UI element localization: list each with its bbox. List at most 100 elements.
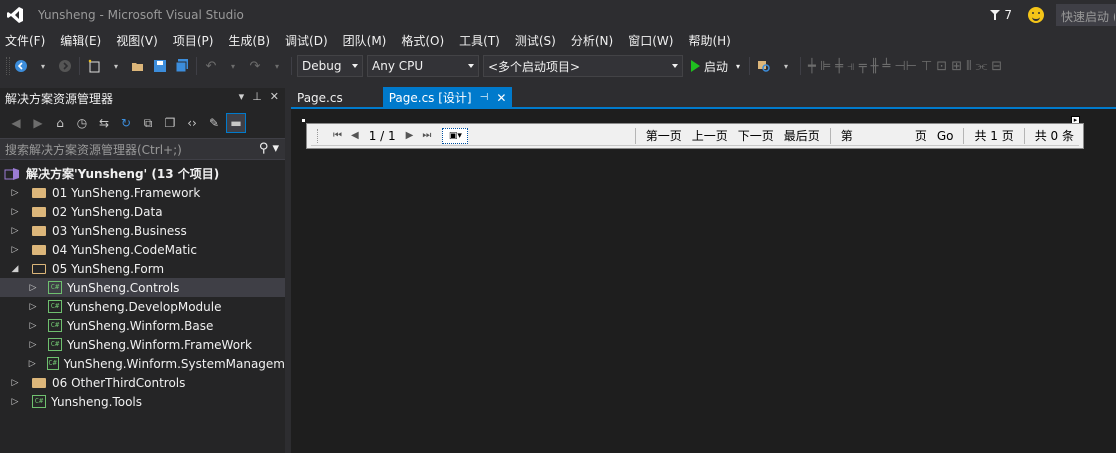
expand-arrow-icon[interactable]: ▷ xyxy=(28,340,38,350)
expand-arrow-icon[interactable]: ▷ xyxy=(10,245,20,255)
expand-arrow-icon[interactable]: ▷ xyxy=(10,226,20,236)
align-middles-icon[interactable]: ╫ xyxy=(871,59,879,74)
align-rights-icon[interactable]: ⫣ xyxy=(847,59,855,74)
expand-arrow-icon[interactable]: ▷ xyxy=(28,302,38,312)
navigate-forward-icon[interactable] xyxy=(55,55,75,77)
refresh-icon[interactable]: ↻ xyxy=(116,113,136,133)
tree-item[interactable]: ▷ C# YunSheng.Winform.Base xyxy=(0,316,285,335)
expand-arrow-icon[interactable]: ▷ xyxy=(10,378,20,388)
tree-item[interactable]: ▷ 02 YunSheng.Data xyxy=(0,202,285,221)
make-same-height-icon[interactable]: ⊤ xyxy=(921,59,932,74)
menu-help[interactable]: 帮助(H) xyxy=(683,32,740,49)
solution-search-input[interactable]: 搜索解决方案资源管理器(Ctrl+;) ⚲ ▾ xyxy=(0,138,285,160)
startup-project-select[interactable]: <多个启动项目> xyxy=(483,55,683,77)
collapse-arrow-icon[interactable]: ◢ xyxy=(10,264,20,274)
tree-item[interactable]: ◢ 05 YunSheng.Form xyxy=(0,259,285,278)
collapse-all-icon[interactable]: ⧉ xyxy=(138,113,158,133)
expand-arrow-icon[interactable]: ▷ xyxy=(10,188,20,198)
horizontal-spacing-icon[interactable]: ⫴ xyxy=(966,59,971,74)
expand-arrow-icon[interactable]: ▷ xyxy=(10,207,20,217)
dropdown-arrow-icon[interactable]: ▾ xyxy=(267,55,287,77)
expand-arrow-icon[interactable]: ▷ xyxy=(10,397,20,407)
platform-select[interactable]: Any CPU xyxy=(367,55,479,77)
tree-item[interactable]: ▷ 06 OtherThirdControls xyxy=(0,373,285,392)
properties-wrench-icon[interactable]: ✎ xyxy=(204,113,224,133)
find-in-files-icon[interactable] xyxy=(754,55,774,77)
menu-view[interactable]: 视图(V) xyxy=(111,32,168,49)
expand-arrow-icon[interactable]: ▷ xyxy=(28,359,37,369)
align-to-grid-icon[interactable]: ┿ xyxy=(808,59,816,74)
center-horizontally-icon[interactable]: ⊟ xyxy=(991,59,1002,74)
auto-hide-pin-icon[interactable]: ⊥ xyxy=(252,90,262,103)
dropdown-arrow-icon[interactable]: ▾ xyxy=(223,55,243,77)
sync-icon[interactable]: ⇆ xyxy=(94,113,114,133)
tree-item[interactable]: ▷ C# Yunsheng.DevelopModule xyxy=(0,297,285,316)
previous-page-button[interactable]: 上一页 xyxy=(692,127,728,144)
add-item-dropdown-icon[interactable]: ▣▾ xyxy=(442,127,469,144)
open-file-icon[interactable] xyxy=(128,55,148,77)
tree-item[interactable]: ▷ 01 YunSheng.Framework xyxy=(0,183,285,202)
menu-file[interactable]: 文件(F) xyxy=(0,32,55,49)
tree-item-solution[interactable]: 解决方案'Yunsheng' (13 个项目) xyxy=(0,164,285,183)
home-icon[interactable]: ⌂ xyxy=(50,113,70,133)
pager-control[interactable]: ⏮ ◀ 1 / 1 ▶ ⏭ ▣▾ 第一页 上一页 下一页 最后页 第 页 Go … xyxy=(306,123,1084,149)
search-icon[interactable]: ⚲ ▾ xyxy=(259,141,279,156)
close-icon[interactable]: ✕ xyxy=(270,90,279,103)
menu-edit[interactable]: 编辑(E) xyxy=(55,32,111,49)
tree-item[interactable]: ▷ 04 YunSheng.CodeMatic xyxy=(0,240,285,259)
tree-item[interactable]: ▷ 03 YunSheng.Business xyxy=(0,221,285,240)
next-page-button[interactable]: 下一页 xyxy=(738,127,774,144)
menu-debug[interactable]: 调试(D) xyxy=(280,32,338,49)
window-position-dropdown-icon[interactable]: ▾ xyxy=(239,90,245,103)
back-icon[interactable]: ◀ xyxy=(6,113,26,133)
align-tops-icon[interactable]: ╤ xyxy=(859,59,867,74)
feedback-smiley-icon[interactable] xyxy=(1028,7,1044,23)
redo-icon[interactable]: ↷ xyxy=(245,55,265,77)
save-all-icon[interactable] xyxy=(172,55,192,77)
previous-page-icon[interactable]: ◀ xyxy=(351,130,359,141)
save-icon[interactable] xyxy=(150,55,170,77)
align-bottoms-icon[interactable]: ╧ xyxy=(882,59,890,74)
last-page-button[interactable]: 最后页 xyxy=(784,127,820,144)
go-button[interactable]: Go xyxy=(937,129,954,143)
start-debugging-button[interactable]: 启动 ▾ xyxy=(691,58,740,75)
make-same-size-icon[interactable]: ⊡ xyxy=(936,59,947,74)
undo-icon[interactable]: ↶ xyxy=(201,55,221,77)
menu-test[interactable]: 测试(S) xyxy=(510,32,566,49)
menu-project[interactable]: 项目(P) xyxy=(168,32,224,49)
make-same-width-icon[interactable]: ⊣⊢ xyxy=(894,59,917,74)
dropdown-arrow-icon[interactable]: ▾ xyxy=(106,55,126,77)
expand-arrow-icon[interactable]: ▷ xyxy=(28,283,38,293)
show-all-files-icon[interactable]: ❐ xyxy=(160,113,180,133)
dropdown-arrow-icon[interactable]: ▾ xyxy=(33,55,53,77)
view-code-icon[interactable]: ‹› xyxy=(182,113,202,133)
tab-page-cs[interactable]: Page.cs xyxy=(291,87,349,108)
notifications-button[interactable]: 7 xyxy=(989,8,1012,22)
dropdown-arrow-icon[interactable]: ▾ xyxy=(776,55,796,77)
menu-team[interactable]: 团队(M) xyxy=(338,32,397,49)
toolstrip-grip[interactable] xyxy=(317,128,320,143)
toolbar-grip[interactable] xyxy=(6,57,10,75)
menu-analyze[interactable]: 分析(N) xyxy=(566,32,623,49)
align-centers-icon[interactable]: ╪ xyxy=(835,59,843,74)
tree-item[interactable]: ▷ C# YunSheng.Winform.FrameWork xyxy=(0,335,285,354)
history-icon[interactable]: ◷ xyxy=(72,113,92,133)
quick-launch-input[interactable]: 快速启动 ( xyxy=(1056,4,1116,26)
selection-handle[interactable] xyxy=(302,119,305,122)
preview-selected-icon[interactable]: ▬ xyxy=(226,113,246,133)
forward-icon[interactable]: ▶ xyxy=(28,113,48,133)
tree-item-selected[interactable]: ▷ C# YunSheng.Controls xyxy=(0,278,285,297)
vertical-spacing-icon[interactable]: ⫘ xyxy=(976,59,988,74)
menu-tools[interactable]: 工具(T) xyxy=(454,32,510,49)
menu-window[interactable]: 窗口(W) xyxy=(623,32,683,49)
close-tab-icon[interactable]: ✕ xyxy=(496,91,506,105)
menu-format[interactable]: 格式(O) xyxy=(396,32,454,49)
chevron-down-icon[interactable]: ▾ xyxy=(736,62,740,71)
configuration-select[interactable]: Debug xyxy=(297,55,363,77)
pin-tab-icon[interactable]: ⊣ xyxy=(480,92,489,103)
first-page-button[interactable]: 第一页 xyxy=(646,127,682,144)
menu-build[interactable]: 生成(B) xyxy=(223,32,280,49)
align-lefts-icon[interactable]: ⊫ xyxy=(820,59,831,74)
tree-item[interactable]: ▷ C# Yunsheng.Tools xyxy=(0,392,285,411)
tree-item[interactable]: ▷ C# YunSheng.Winform.SystemManagem xyxy=(0,354,285,373)
